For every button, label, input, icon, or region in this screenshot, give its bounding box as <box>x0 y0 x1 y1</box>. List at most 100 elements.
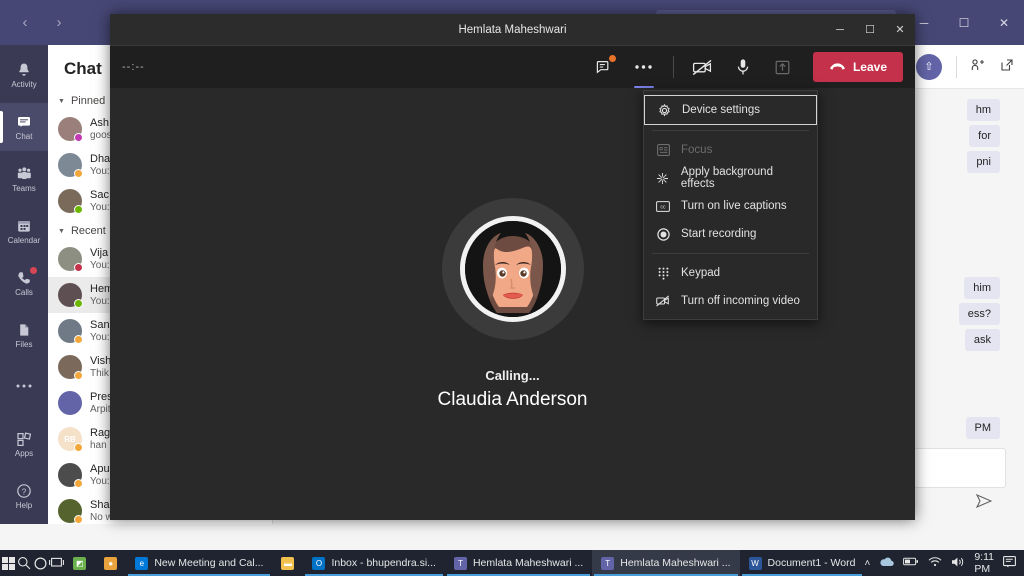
section-label: Pinned <box>71 95 105 107</box>
taskbar-app-button[interactable]: ◩ <box>64 550 95 576</box>
sidebar-item-more[interactable] <box>0 363 48 411</box>
sidebar-item-calendar[interactable]: Calendar <box>0 207 48 255</box>
avatar <box>58 283 82 307</box>
avatar <box>58 499 82 523</box>
message-bubble: pni <box>967 151 1000 173</box>
unread-badge <box>609 55 616 62</box>
menu-item-device-settings[interactable]: Device settings <box>644 95 817 125</box>
menu-item-live-captions[interactable]: cc Turn on live captions <box>644 192 817 220</box>
teams-maximize-button[interactable]: ☐ <box>944 0 984 45</box>
notification-icon[interactable] <box>1003 556 1016 571</box>
calls-badge <box>30 267 37 274</box>
share-screen-icon[interactable]: ⇧ <box>916 54 942 80</box>
battery-icon[interactable] <box>903 556 919 570</box>
svg-text:?: ? <box>22 487 27 496</box>
sidebar-item-label: Activity <box>11 81 36 89</box>
teams-close-button[interactable]: ✕ <box>984 0 1024 45</box>
menu-item-label: Turn on live captions <box>681 200 787 212</box>
onedrive-icon[interactable] <box>879 557 894 570</box>
add-people-icon[interactable] <box>971 58 986 75</box>
sidebar-item-label: Apps <box>15 450 33 458</box>
call-window: Hemlata Maheshwari ─ ☐ ✕ --:-- <box>110 14 915 520</box>
taskbar-app-button[interactable]: THemlata Maheshwari ... <box>592 550 739 576</box>
taskbar-app-icon: ▬ <box>281 557 294 570</box>
call-close-button[interactable]: ✕ <box>885 14 915 46</box>
toolbar-divider <box>673 56 674 78</box>
call-minimize-button[interactable]: ─ <box>825 14 855 46</box>
sidebar-item-teams[interactable]: Teams <box>0 155 48 203</box>
menu-item-keypad[interactable]: Keypad <box>644 259 817 287</box>
menu-item-start-recording[interactable]: Start recording <box>644 220 817 248</box>
taskbar-app-label: Inbox - bhupendra.si... <box>331 557 435 569</box>
back-icon[interactable]: ‹ <box>18 14 32 31</box>
sidebar-item-apps[interactable]: Apps <box>0 420 48 468</box>
menu-item-label: Device settings <box>682 104 760 116</box>
wifi-icon[interactable] <box>928 556 942 570</box>
taskbar-clock[interactable]: 9:11 PM <box>974 551 994 575</box>
call-maximize-button[interactable]: ☐ <box>855 14 885 46</box>
message-bubble: PM <box>966 417 1001 439</box>
avatar <box>58 247 82 271</box>
message-bubble: ess? <box>959 303 1000 325</box>
microphone-icon[interactable] <box>726 50 760 84</box>
sidebar-item-chat[interactable]: Chat <box>0 103 48 151</box>
presence-indicator <box>74 299 83 308</box>
menu-item-label: Keypad <box>681 267 720 279</box>
sidebar-item-calls[interactable]: Calls <box>0 259 48 307</box>
system-tray: ˄ 9:11 PM <box>864 551 1024 575</box>
message-bubble: for <box>969 125 1000 147</box>
share-content-icon[interactable] <box>766 50 800 84</box>
sidebar-item-label: Calls <box>15 289 33 297</box>
menu-item-turn-off-incoming-video[interactable]: Turn off incoming video <box>644 287 817 315</box>
sidebar-item-label: Help <box>16 502 32 510</box>
start-button[interactable] <box>0 550 16 576</box>
menu-item-focus: Focus <box>644 136 817 164</box>
avatar: RB <box>58 427 82 451</box>
menu-item-label: Apply background effects <box>681 166 809 190</box>
taskbar-app-button[interactable]: THemlata Maheshwari ... <box>445 550 592 576</box>
taskbar-app-button[interactable]: ● <box>95 550 126 576</box>
presence-indicator <box>74 515 83 524</box>
teams-window-controls: ─ ☐ ✕ <box>904 0 1024 45</box>
app-rail: Activity Chat Teams Calendar <box>0 45 48 524</box>
calendar-icon <box>16 217 32 235</box>
taskbar-app-button[interactable]: WDocument1 - Word <box>740 550 865 576</box>
taskbar-app-button[interactable]: ▬ <box>272 550 303 576</box>
sidebar-item-activity[interactable]: Activity <box>0 51 48 99</box>
taskbar-app-button[interactable]: OInbox - bhupendra.si... <box>303 550 444 576</box>
avatar <box>58 319 82 343</box>
taskbar-app-icon: ● <box>104 557 117 570</box>
menu-item-label: Start recording <box>681 228 756 240</box>
more-options-icon[interactable] <box>627 50 661 84</box>
presence-indicator <box>74 335 83 344</box>
chevron-down-icon: ▼ <box>58 98 65 105</box>
avatar <box>58 391 82 415</box>
camera-off-icon[interactable] <box>686 50 720 84</box>
sidebar-item-files[interactable]: Files <box>0 311 48 359</box>
volume-icon[interactable] <box>951 556 965 571</box>
tray-expand-icon[interactable]: ˄ <box>864 558 870 569</box>
help-icon: ? <box>16 482 32 500</box>
taskbar-app-button[interactable]: eNew Meeting and Cal... <box>126 550 272 576</box>
search-button[interactable] <box>16 550 32 576</box>
navigation-arrows: ‹ › <box>18 14 66 31</box>
pop-out-icon[interactable] <box>1000 58 1014 75</box>
captions-icon: cc <box>656 201 670 212</box>
callee-name: Claudia Anderson <box>438 389 588 411</box>
more-icon <box>15 377 33 395</box>
forward-icon[interactable]: › <box>52 14 66 31</box>
call-window-title: Hemlata Maheshwari <box>110 24 915 36</box>
send-icon[interactable] <box>976 494 992 511</box>
gear-icon <box>657 104 671 117</box>
leave-button[interactable]: Leave <box>813 52 903 82</box>
menu-item-background-effects[interactable]: Apply background effects <box>644 164 817 192</box>
leave-label: Leave <box>853 60 887 74</box>
show-conversation-icon[interactable] <box>587 50 621 84</box>
avatar <box>58 117 82 141</box>
taskbar-app-label: Hemlata Maheshwari ... <box>620 557 730 569</box>
taskbar-app-icon: W <box>749 557 762 570</box>
call-timer: --:-- <box>122 61 145 73</box>
cortana-button[interactable] <box>32 550 48 576</box>
task-view-button[interactable] <box>48 550 64 576</box>
sidebar-item-help[interactable]: ? Help <box>0 472 48 520</box>
